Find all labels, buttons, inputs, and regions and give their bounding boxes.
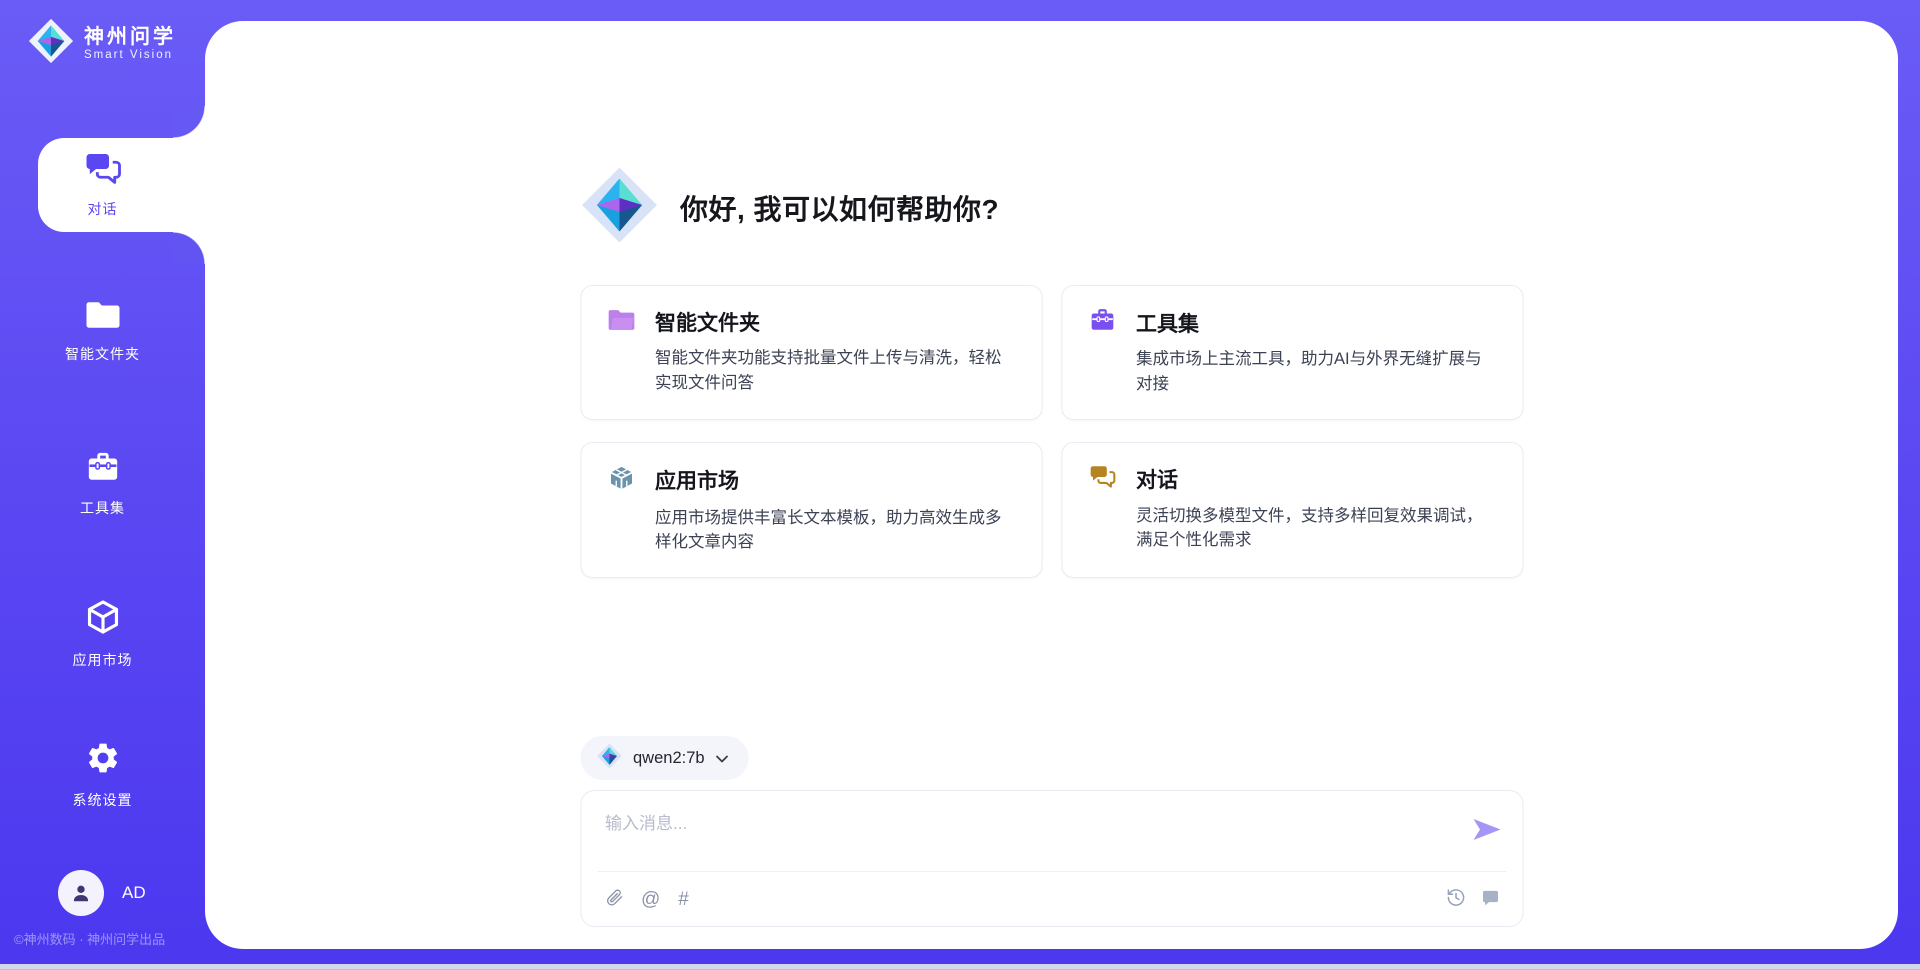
- user-profile[interactable]: AD: [58, 870, 146, 916]
- chat-panel-button[interactable]: [1480, 888, 1500, 911]
- card-title: 工具集: [1136, 308, 1199, 338]
- at-icon[interactable]: @: [641, 890, 660, 909]
- card-description: 集成市场上主流工具，助力AI与外界无缝扩展与对接: [1136, 347, 1496, 397]
- brand-diamond-icon: [28, 18, 74, 69]
- feature-cards: 智能文件夹 智能文件夹功能支持批量文件上传与清洗，轻松实现文件问答 工具集 集成…: [580, 285, 1523, 578]
- chat-bubbles-icon: [83, 151, 123, 192]
- window-bottom-edge: [0, 964, 1920, 970]
- brand-subtitle: Smart Vision: [84, 49, 176, 61]
- chat-bubble-icon: [1480, 888, 1500, 911]
- hash-icon[interactable]: #: [678, 890, 689, 909]
- model-selector[interactable]: qwen2:7b: [580, 736, 749, 780]
- folder-icon: [607, 308, 635, 337]
- cube-icon: [84, 598, 122, 639]
- message-composer: @ #: [580, 790, 1523, 927]
- send-icon: [1473, 828, 1500, 843]
- cube-grid-icon: [607, 464, 635, 497]
- card-title: 智能文件夹: [655, 307, 760, 337]
- brand-diamond-icon: [596, 743, 622, 774]
- folder-icon: [85, 300, 121, 333]
- history-button[interactable]: [1445, 887, 1466, 911]
- attach-button[interactable]: [605, 888, 623, 910]
- card-title: 应用市场: [655, 465, 739, 495]
- app: { "brand": { "title": "神州问学", "subtitle"…: [0, 0, 1920, 970]
- brand-title: 神州问学: [84, 26, 176, 49]
- card-app-market[interactable]: 应用市场 应用市场提供丰富长文本模板，助力高效生成多样化文章内容: [580, 442, 1042, 579]
- toolbox-icon: [1088, 307, 1116, 338]
- card-smart-folder[interactable]: 智能文件夹 智能文件夹功能支持批量文件上传与清洗，轻松实现文件问答: [580, 285, 1042, 420]
- sidebar-item-app-market[interactable]: 应用市场: [0, 598, 205, 670]
- sidebar-item-settings[interactable]: 系统设置: [0, 740, 205, 810]
- user-name: AD: [122, 883, 146, 903]
- sidebar-item-label: 智能文件夹: [65, 344, 140, 364]
- sidebar-item-label: 工具集: [80, 498, 125, 518]
- welcome-header: 你好, 我可以如何帮助你?: [580, 166, 1523, 249]
- sidebar-item-toolset[interactable]: 工具集: [0, 450, 205, 518]
- card-description: 智能文件夹功能支持批量文件上传与清洗，轻松实现文件问答: [655, 346, 1015, 396]
- active-tab-curve-top: [173, 106, 205, 138]
- sidebar-item-label: 系统设置: [73, 790, 133, 810]
- message-input[interactable]: [605, 809, 1445, 863]
- model-name: qwen2:7b: [633, 749, 705, 768]
- card-description: 应用市场提供丰富长文本模板，助力高效生成多样化文章内容: [655, 506, 1015, 556]
- main-panel: 你好, 我可以如何帮助你? 智能文件夹 智能文件夹功能支持批量文件上传与清洗，轻…: [205, 21, 1898, 949]
- card-toolset[interactable]: 工具集 集成市场上主流工具，助力AI与外界无缝扩展与对接: [1061, 285, 1523, 420]
- send-button[interactable]: [1473, 819, 1500, 843]
- card-title: 对话: [1136, 464, 1178, 494]
- toolbox-icon: [85, 450, 121, 487]
- active-tab-curve-bottom: [173, 232, 205, 264]
- brand-logo: 神州问学 Smart Vision: [28, 18, 176, 69]
- sidebar-item-label: 应用市场: [73, 650, 133, 670]
- card-chat[interactable]: 对话 灵活切换多模型文件，支持多样回复效果调试，满足个性化需求: [1061, 442, 1523, 579]
- brand-diamond-icon: [580, 166, 658, 249]
- history-icon: [1445, 887, 1466, 911]
- gear-icon: [85, 740, 121, 779]
- sidebar-item-label: 对话: [88, 199, 118, 219]
- copyright-text: ©神州数码 · 神州问学出品: [14, 929, 204, 948]
- sidebar-item-smart-folder[interactable]: 智能文件夹: [0, 300, 205, 364]
- avatar: [58, 870, 104, 916]
- sidebar-item-chat[interactable]: 对话: [38, 138, 205, 232]
- greeting-title: 你好, 我可以如何帮助你?: [680, 188, 999, 228]
- card-description: 灵活切换多模型文件，支持多样回复效果调试，满足个性化需求: [1136, 504, 1496, 554]
- chevron-down-icon: [716, 749, 729, 768]
- paperclip-icon: [605, 888, 623, 910]
- composer-toolbar: @ #: [605, 872, 1500, 926]
- chat-bubbles-icon: [1088, 464, 1116, 495]
